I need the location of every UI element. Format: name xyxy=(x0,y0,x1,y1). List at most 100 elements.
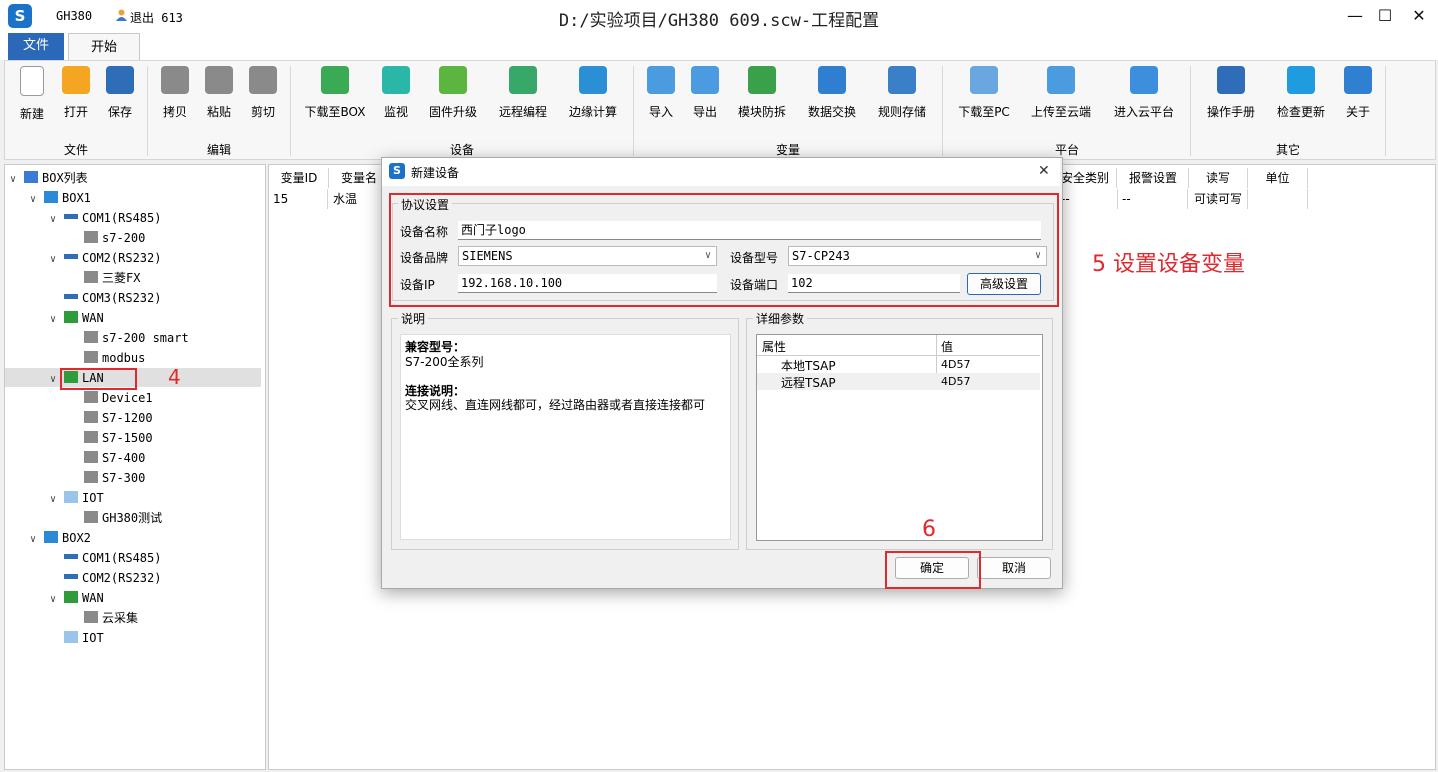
tree-node-label: 三菱FX xyxy=(102,271,141,285)
tree-node[interactable]: ∨ WAN xyxy=(50,308,104,328)
grid-header-safety[interactable]: 安全类别 xyxy=(1061,168,1117,188)
rule-storage-icon xyxy=(888,66,916,94)
ribbon-button-10[interactable]: 远程编程 xyxy=(483,66,563,120)
ribbon-button-15[interactable]: 数据交换 xyxy=(792,66,872,120)
tree-node-label: WAN xyxy=(82,591,104,605)
chevron-down-icon[interactable]: ∨ xyxy=(50,490,64,510)
cloud-eye-icon xyxy=(64,491,78,503)
group-label-other: 其它 xyxy=(1275,143,1300,157)
tree-node[interactable]: S7-400 xyxy=(70,448,145,468)
tree-node-label: WAN xyxy=(82,311,104,325)
tree-node-label: COM1(RS485) xyxy=(82,211,162,225)
tree-node-label: s7-200 smart xyxy=(102,331,189,345)
param-local-tsap-value[interactable]: 4D57 xyxy=(941,358,970,371)
highlight-box-lan xyxy=(60,368,137,390)
grid-cell-safety[interactable]: -- xyxy=(1061,189,1118,209)
tree-node[interactable]: ∨ WAN xyxy=(50,588,104,608)
chevron-down-icon[interactable]: ∨ xyxy=(50,250,64,270)
ribbon-button-19[interactable]: 进入云平台 xyxy=(1104,66,1184,120)
grid-header-var-name[interactable]: 变量名 xyxy=(329,168,383,188)
highlight-box-ok xyxy=(885,551,981,589)
ribbon-button-label: 固件升级 xyxy=(428,105,477,119)
ribbon-button-18[interactable]: 上传至云端 xyxy=(1021,66,1101,120)
tree-node[interactable]: ∨ BOX2 xyxy=(30,528,91,548)
tree-node[interactable]: ∨ COM2(RS232) xyxy=(50,248,161,268)
info-icon xyxy=(1344,66,1372,94)
tree-node[interactable]: ∨ BOX1 xyxy=(30,188,91,208)
tree-node[interactable]: 云采集 xyxy=(70,608,138,628)
maximize-button[interactable]: ☐ xyxy=(1371,4,1399,28)
ribbon-button-14[interactable]: 模块防拆 xyxy=(722,66,802,120)
annotation-step-6: 6 xyxy=(922,517,936,542)
tree-node[interactable]: IOT xyxy=(50,628,104,648)
cancel-button[interactable]: 取消 xyxy=(977,557,1051,579)
params-header-property[interactable]: 属性 xyxy=(762,338,786,355)
tree-node[interactable]: modbus xyxy=(70,348,145,368)
chevron-down-icon[interactable]: ∨ xyxy=(50,310,64,330)
ribbon-button-16[interactable]: 规则存储 xyxy=(862,66,942,120)
tree-node[interactable]: ∨ IOT xyxy=(50,488,104,508)
ribbon-button-6[interactable]: 剪切 xyxy=(223,66,303,120)
tree-node[interactable]: s7-200 xyxy=(70,228,145,248)
tree-node[interactable]: COM1(RS485) xyxy=(50,548,161,568)
tree-node[interactable]: GH380测试 xyxy=(70,508,162,528)
ribbon-divider xyxy=(290,66,291,156)
chevron-down-icon[interactable]: ∨ xyxy=(50,590,64,610)
grid-header-rw[interactable]: 读写 xyxy=(1189,168,1248,188)
ribbon-button-label: 关于 xyxy=(1345,105,1370,119)
desc-conn-title: 连接说明： xyxy=(405,384,466,398)
param-remote-tsap-value[interactable]: 4D57 xyxy=(941,375,970,388)
description-legend: 说明 xyxy=(398,310,429,327)
grid-cell-var-name[interactable]: 水温 xyxy=(329,189,383,209)
export-icon xyxy=(691,66,719,94)
tree-node[interactable]: 三菱FX xyxy=(70,268,140,288)
tree-node-label: BOX列表 xyxy=(42,171,88,185)
tree-node-label: s7-200 xyxy=(102,231,146,245)
ribbon-button-22[interactable]: 关于 xyxy=(1318,66,1398,120)
device-icon xyxy=(84,331,98,343)
annotation-step-4: 4 xyxy=(168,365,181,389)
ribbon-button-17[interactable]: 下载至PC xyxy=(944,66,1024,120)
tab-file[interactable]: 文件 xyxy=(8,33,64,60)
tab-start[interactable]: 开始 xyxy=(68,33,140,62)
group-label-file: 文件 xyxy=(63,143,88,157)
tree-node[interactable]: COM3(RS232) xyxy=(50,288,161,308)
chevron-down-icon[interactable]: ∨ xyxy=(50,210,64,230)
grid-cell-unit[interactable] xyxy=(1248,189,1308,209)
chevron-down-icon[interactable]: ∨ xyxy=(30,530,44,550)
grid-cell-rw[interactable]: 可读可写 xyxy=(1189,189,1248,209)
tree-node[interactable]: ∨ COM1(RS485) xyxy=(50,208,161,228)
grid-header-var-id[interactable]: 变量ID xyxy=(270,168,329,188)
tree-node-label: COM2(RS232) xyxy=(82,251,162,265)
ribbon-button-9[interactable]: 固件升级 xyxy=(413,66,493,120)
chevron-down-icon[interactable]: ∨ xyxy=(10,170,24,190)
chevron-down-icon[interactable]: ∨ xyxy=(30,190,44,210)
ribbon-button-20[interactable]: 操作手册 xyxy=(1191,66,1271,120)
grid-header-alarm[interactable]: 报警设置 xyxy=(1118,168,1189,188)
tree-node[interactable]: S7-1500 xyxy=(70,428,153,448)
tree-node[interactable]: S7-1200 xyxy=(70,408,153,428)
params-header-value[interactable]: 值 xyxy=(941,338,953,355)
grid-cell-var-id[interactable]: 15 xyxy=(270,189,328,209)
minimize-button[interactable]: — xyxy=(1341,4,1369,28)
ribbon-button-label: 操作手册 xyxy=(1206,105,1255,119)
tree-node[interactable]: S7-300 xyxy=(70,468,145,488)
annotation-step-5: 5 设置设备变量 xyxy=(1092,252,1245,277)
tree-node[interactable]: COM2(RS232) xyxy=(50,568,161,588)
data-exchange-icon xyxy=(818,66,846,94)
tree-node-label: COM1(RS485) xyxy=(82,551,162,565)
desc-compat-text: S7-200全系列 xyxy=(405,355,484,369)
close-button[interactable]: ✕ xyxy=(1405,4,1433,28)
ribbon-button-label: 剪切 xyxy=(250,105,275,119)
grid-header-unit[interactable]: 单位 xyxy=(1248,168,1308,188)
device-icon xyxy=(84,471,98,483)
tree-node[interactable]: ∨ BOX列表 xyxy=(10,168,88,188)
edge-compute-icon xyxy=(579,66,607,94)
tree-node-label: 云采集 xyxy=(102,611,139,625)
dialog-close-button[interactable]: ✕ xyxy=(1038,163,1050,179)
tree-node[interactable]: s7-200 smart xyxy=(70,328,189,348)
tree-node[interactable]: Device1 xyxy=(70,388,153,408)
grid-cell-alarm[interactable]: -- xyxy=(1118,189,1188,209)
tree-node-label: COM3(RS232) xyxy=(82,291,162,305)
device-icon xyxy=(84,431,98,443)
